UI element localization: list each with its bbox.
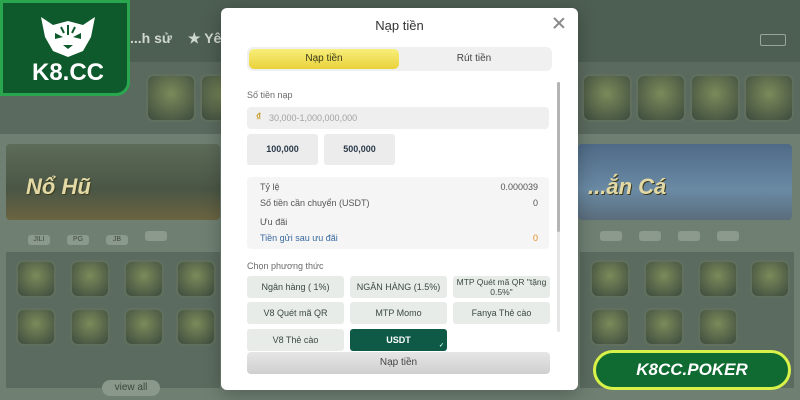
- site-logo[interactable]: K8.CC: [0, 0, 130, 96]
- preset-amount-100000[interactable]: 100,000: [247, 134, 318, 165]
- banner-fishing-title: ...ắn Cá: [588, 174, 667, 199]
- game-thumbnail: [124, 308, 164, 346]
- rate-row: Tỷ lệ 0.000039: [260, 182, 538, 194]
- brand-watermark: K8CC.POKER: [593, 350, 791, 390]
- method-mtp-qr[interactable]: MTP Quét mã QR "tặng 0.5%": [453, 276, 550, 298]
- game-thumbnail: [16, 308, 56, 346]
- amount-label: Số tiền nạp: [247, 90, 293, 100]
- game-thumbnail: [636, 74, 686, 122]
- provider-pill: [678, 231, 700, 241]
- deposit-modal: Nạp tiền Nạp tiền Rút tiền Số tiền nạp ₫…: [221, 8, 578, 390]
- game-thumbnail: [698, 308, 738, 346]
- background-game-grid: [6, 252, 220, 388]
- game-thumbnail: [70, 308, 110, 346]
- scrollbar-thumb[interactable]: [557, 82, 560, 232]
- provider-filter-row: [600, 228, 756, 242]
- provider-pill: [145, 231, 167, 241]
- tab-withdraw[interactable]: Rút tiền: [399, 49, 549, 69]
- close-icon[interactable]: [552, 16, 566, 30]
- game-thumbnail: [582, 74, 632, 122]
- method-mtp-momo[interactable]: MTP Momo: [350, 302, 447, 324]
- background-pager-arrows: [760, 34, 786, 46]
- provider-pill: JILI: [28, 235, 50, 245]
- game-thumbnail: [750, 260, 790, 298]
- provider-pill: [600, 231, 622, 241]
- game-thumbnail: [176, 260, 216, 298]
- view-all-button: view all: [102, 380, 160, 396]
- game-thumbnail: [124, 260, 164, 298]
- coin-icon: ₫: [256, 112, 262, 123]
- game-thumbnail: [644, 308, 684, 346]
- convert-label: Số tiền cần chuyển (USDT): [260, 198, 370, 208]
- game-thumbnail: [16, 260, 56, 298]
- rate-label: Tỷ lệ: [260, 182, 280, 192]
- after-promo-row: Tiền gửi sau ưu đãi 0: [260, 233, 538, 245]
- background-tab-history: ...h sử: [130, 30, 173, 46]
- conversion-info-box: Tỷ lệ 0.000039 Số tiền cần chuyển (USDT)…: [247, 177, 549, 249]
- tiger-head-icon: [41, 17, 95, 57]
- game-thumbnail: [590, 260, 630, 298]
- modal-title: Nạp tiền: [375, 18, 424, 33]
- method-fanya-card[interactable]: Fanya Thẻ cào: [453, 302, 550, 324]
- provider-pill: PG: [67, 235, 89, 245]
- game-thumbnail: [146, 74, 196, 122]
- promo-label: Ưu đãi: [260, 217, 288, 227]
- method-label: Chọn phương thức: [247, 261, 324, 271]
- banner-slots-title: Nổ Hũ: [26, 174, 91, 199]
- game-thumbnail: [70, 260, 110, 298]
- provider-pill: [639, 231, 661, 241]
- background-banner-fishing: ...ắn Cá: [578, 144, 792, 220]
- method-v8-qr[interactable]: V8 Quét mã QR: [247, 302, 344, 324]
- method-usdt[interactable]: USDT: [350, 329, 447, 351]
- rate-value: 0.000039: [500, 182, 538, 192]
- tab-deposit[interactable]: Nạp tiền: [249, 49, 399, 69]
- provider-filter-row: JILI PG JB: [28, 228, 184, 245]
- game-thumbnail: [744, 74, 794, 122]
- preset-amount-500000[interactable]: 500,000: [324, 134, 395, 165]
- submit-deposit-button[interactable]: Nạp tiền: [247, 352, 550, 374]
- game-thumbnail: [690, 74, 740, 122]
- method-bank-1[interactable]: Ngân hàng ( 1%): [247, 276, 344, 298]
- after-promo-value: 0: [532, 233, 538, 243]
- amount-input[interactable]: [269, 110, 539, 126]
- background-banner-slots: Nổ Hũ: [6, 144, 220, 220]
- amount-field[interactable]: ₫: [247, 107, 549, 129]
- promo-row: Ưu đãi: [260, 217, 538, 229]
- convert-row: Số tiền cần chuyển (USDT) 0: [260, 198, 538, 210]
- convert-value: 0: [532, 198, 538, 208]
- after-promo-label: Tiền gửi sau ưu đãi: [260, 233, 338, 243]
- logo-text: K8.CC: [31, 59, 104, 86]
- game-thumbnail: [176, 308, 216, 346]
- modal-scrollbar[interactable]: [557, 82, 560, 332]
- transaction-tabs: Nạp tiền Rút tiền: [247, 47, 552, 71]
- method-bank-1-5[interactable]: NGÂN HÀNG (1.5%): [350, 276, 447, 298]
- method-v8-card[interactable]: V8 Thẻ cào: [247, 329, 344, 351]
- game-thumbnail: [644, 260, 684, 298]
- provider-pill: JB: [106, 235, 128, 245]
- game-thumbnail: [590, 308, 630, 346]
- provider-pill: [717, 231, 739, 241]
- game-thumbnail: [698, 260, 738, 298]
